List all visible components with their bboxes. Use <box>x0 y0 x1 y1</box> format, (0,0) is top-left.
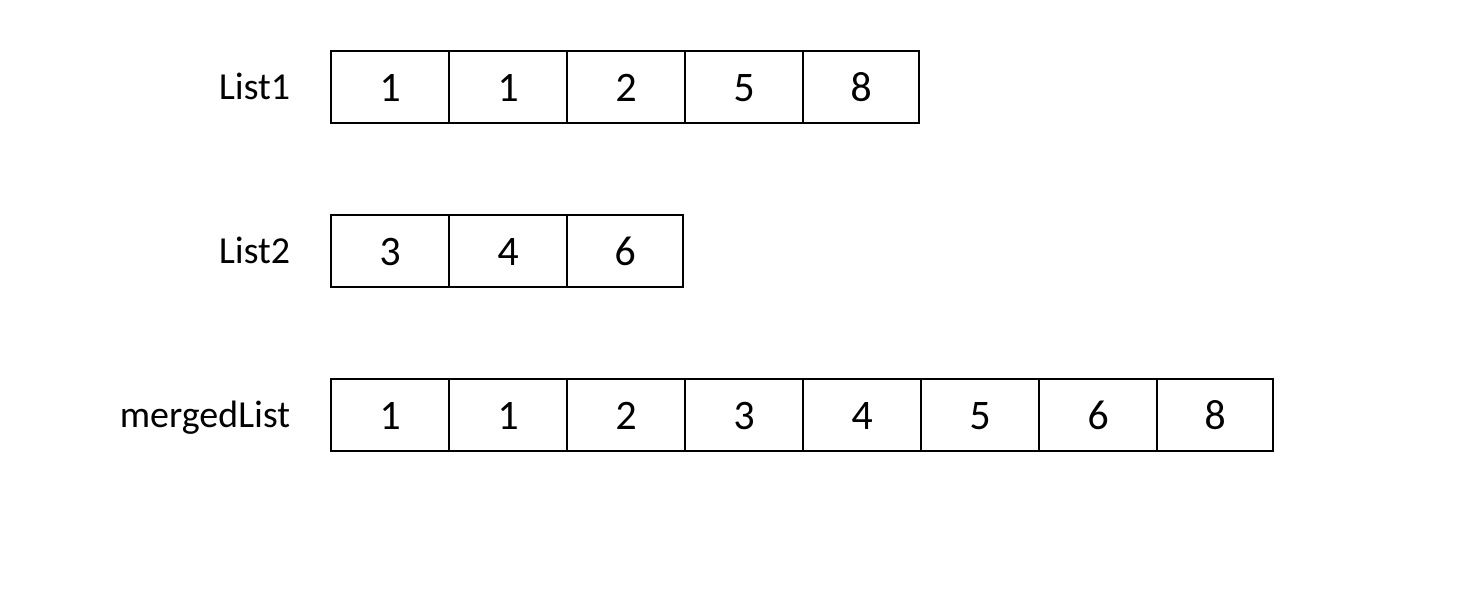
list2-cells: 3 4 6 <box>330 214 684 288</box>
list-cell: 2 <box>566 50 684 124</box>
list-cell: 3 <box>684 378 802 452</box>
list-cell: 4 <box>448 214 566 288</box>
list1-label: List1 <box>40 64 330 110</box>
list1-cells: 1 1 2 5 8 <box>330 50 920 124</box>
list-cell: 6 <box>1038 378 1156 452</box>
list1-row: List1 1 1 2 5 8 <box>40 50 1421 124</box>
list-cell: 5 <box>684 50 802 124</box>
list2-label: List2 <box>40 228 330 274</box>
list-cell: 1 <box>330 378 448 452</box>
mergedlist-label: mergedList <box>40 392 330 438</box>
list-cell: 1 <box>448 50 566 124</box>
list-cell: 8 <box>802 50 920 124</box>
list-cell: 8 <box>1156 378 1274 452</box>
list-cell: 1 <box>330 50 448 124</box>
list-cell: 2 <box>566 378 684 452</box>
list-cell: 1 <box>448 378 566 452</box>
mergedlist-row: mergedList 1 1 2 3 4 5 6 8 <box>40 378 1421 452</box>
list2-row: List2 3 4 6 <box>40 214 1421 288</box>
list-cell: 6 <box>566 214 684 288</box>
list-cell: 4 <box>802 378 920 452</box>
list-cell: 3 <box>330 214 448 288</box>
mergedlist-cells: 1 1 2 3 4 5 6 8 <box>330 378 1274 452</box>
list-cell: 5 <box>920 378 1038 452</box>
